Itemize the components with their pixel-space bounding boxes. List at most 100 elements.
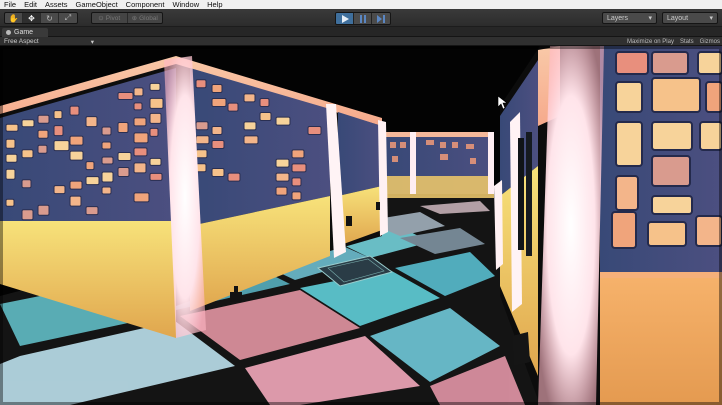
wall-tile (227, 102, 239, 112)
step-button[interactable] (372, 13, 390, 24)
move-tool-button[interactable]: ✥ (23, 13, 41, 23)
menu-component[interactable]: Component (122, 0, 169, 9)
wall-tile (211, 139, 225, 149)
tab-game[interactable]: Game (2, 28, 48, 37)
pivot-toggle: ⊙ Pivot ⊕ Global (91, 12, 163, 24)
hand-tool-button[interactable]: ✋ (5, 13, 23, 23)
menu-bar: File Edit Assets GameObject Component Wi… (0, 0, 722, 9)
wall-tile (697, 51, 722, 75)
wall-tile (85, 161, 95, 171)
wall-tile (615, 175, 639, 211)
wall-tile (211, 83, 223, 93)
rotate-tool-button[interactable]: ↻ (41, 13, 59, 23)
wall-tile (699, 121, 722, 151)
wall-tile (117, 121, 129, 133)
wall-tile (149, 112, 162, 124)
wall-tile (275, 172, 290, 182)
wall-tile (101, 126, 112, 136)
wall-tile (5, 198, 15, 207)
wall-tile (195, 79, 207, 89)
wall-tile (101, 141, 112, 150)
game-view-controls: Free Aspect ▾ Maximize on Play Stats Giz… (0, 37, 722, 46)
wall-tile (647, 221, 687, 247)
pivot-button[interactable]: ⊙ Pivot (92, 13, 128, 23)
wall-tile (149, 97, 164, 109)
wall-tile (195, 121, 209, 131)
wall-tile (615, 51, 649, 75)
wall-tile (651, 121, 693, 151)
wall-tile (275, 116, 291, 126)
transform-tools: ✋ ✥ ↻ ⤢ (4, 12, 78, 24)
wall-tile (69, 180, 83, 190)
move-icon: ✥ (28, 13, 35, 23)
stats-toggle[interactable]: Stats (680, 39, 694, 45)
main-toolbar: ✋ ✥ ↻ ⤢ ⊙ Pivot ⊕ Global Layers ▾ Layout… (0, 9, 722, 27)
wall-tile (307, 126, 322, 136)
play-button[interactable] (336, 13, 354, 24)
wall-tile (117, 91, 134, 100)
wall-tile (243, 121, 257, 131)
play-icon (341, 14, 349, 23)
menu-file[interactable]: File (0, 0, 20, 9)
wall-tile (133, 132, 149, 144)
wall-tile (275, 158, 290, 168)
wall-tile (133, 87, 144, 97)
menu-help[interactable]: Help (203, 0, 226, 9)
game-scene (0, 46, 722, 405)
menu-edit[interactable]: Edit (20, 0, 41, 9)
gizmos-dropdown[interactable]: Gizmos (700, 39, 720, 45)
wall-tile (69, 105, 80, 116)
wall-tile (5, 138, 16, 149)
wall-tile (117, 166, 130, 177)
playback-controls (335, 12, 391, 25)
wall-tile (651, 77, 701, 113)
wall-tile (21, 149, 34, 159)
scale-tool-button[interactable]: ⤢ (59, 13, 77, 23)
wall-tile (85, 176, 100, 186)
wall-tile (133, 117, 147, 127)
wall-tile (21, 119, 35, 128)
aspect-dropdown[interactable]: Free Aspect ▾ (4, 37, 94, 46)
wall-tile (211, 97, 227, 107)
dropdown-arrow-icon: ▾ (90, 38, 94, 46)
layers-dropdown[interactable]: Layers ▾ (602, 12, 657, 24)
pause-button[interactable] (354, 13, 372, 24)
wall-tile (291, 177, 302, 187)
maximize-on-play-toggle[interactable]: Maximize on Play (627, 39, 674, 45)
wall-tile (133, 102, 143, 111)
wall-tile (149, 172, 163, 181)
wall-tile (195, 149, 208, 159)
wall-tile (37, 204, 50, 216)
pause-icon (359, 14, 366, 23)
wall-tile (53, 110, 63, 120)
wall-tile (69, 135, 84, 146)
wall-tile (85, 206, 99, 216)
menu-assets[interactable]: Assets (41, 0, 72, 9)
step-icon (377, 14, 385, 23)
wall-tile (651, 51, 689, 75)
wall-tile (195, 135, 210, 145)
wall-tile (37, 144, 48, 154)
menu-gameobject[interactable]: GameObject (72, 0, 122, 9)
wall-tile (243, 135, 259, 145)
wall-tile (149, 82, 161, 91)
global-button[interactable]: ⊕ Global (128, 13, 163, 23)
wall-tile (227, 172, 241, 182)
wall-tile (211, 125, 223, 135)
wall-tile (615, 81, 643, 113)
dropdown-arrow-icon: ▾ (648, 15, 652, 22)
wall-tile (101, 156, 114, 165)
menu-window[interactable]: Window (168, 0, 203, 9)
wall-tile (243, 93, 256, 103)
wall-tile (117, 151, 132, 161)
wall-tile (149, 127, 159, 137)
wall-tile (5, 168, 16, 180)
game-viewport[interactable] (0, 46, 722, 405)
wall-tile (651, 155, 691, 187)
wall-tile (133, 192, 150, 203)
global-icon: ⊕ (131, 15, 138, 22)
layout-dropdown[interactable]: Layout ▾ (662, 12, 718, 24)
wall-tile (695, 215, 722, 247)
wall-tile (291, 163, 307, 173)
wall-tile (259, 112, 272, 121)
